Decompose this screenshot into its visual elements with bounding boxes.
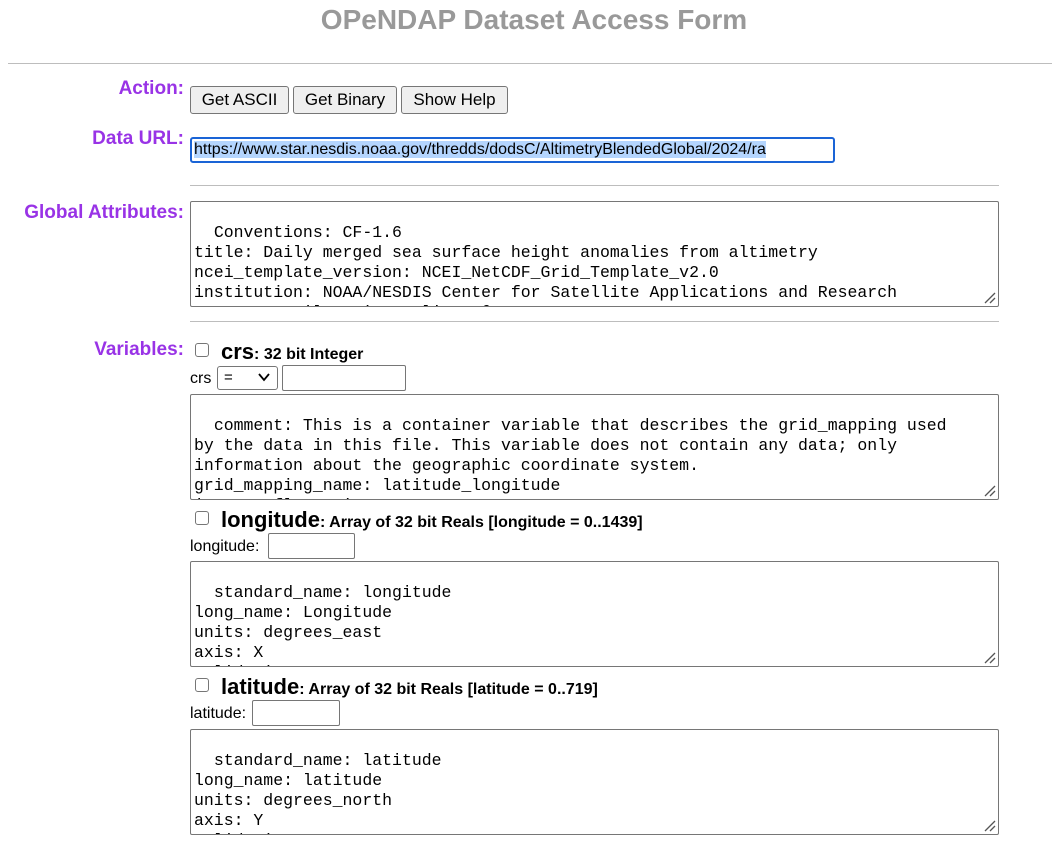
latitude-checkbox[interactable] [195, 678, 209, 692]
longitude-constraint-label: longitude: [190, 538, 260, 555]
crs-attributes-text: comment: This is a container variable th… [194, 416, 947, 499]
global-attributes-text: Conventions: CF-1.6 title: Daily merged … [194, 223, 898, 306]
resize-grip-icon[interactable] [982, 483, 996, 497]
page-title: OPeNDAP Dataset Access Form [320, 4, 748, 35]
data-url-input[interactable]: https://www.star.nesdis.noaa.gov/thredds… [190, 137, 835, 163]
latitude-name: latitude [221, 674, 300, 699]
get-ascii-button[interactable]: Get ASCII [190, 86, 289, 114]
url-divider [190, 185, 999, 186]
crs-constraint-input[interactable] [282, 365, 406, 391]
longitude-name: longitude [221, 507, 320, 532]
chevron-down-icon [258, 373, 270, 382]
resize-grip-icon[interactable] [982, 650, 996, 664]
longitude-attributes-text: standard_name: longitude long_name: Long… [194, 583, 452, 666]
crs-operator-value: = [224, 369, 233, 386]
latitude-attributes-textarea[interactable]: standard_name: latitude long_name: latit… [190, 729, 999, 835]
latitude-attributes-text: standard_name: latitude long_name: latit… [194, 751, 442, 834]
crs-name: crs [221, 339, 255, 364]
show-help-button[interactable]: Show Help [401, 86, 508, 114]
data-url-label: Data URL: [92, 128, 184, 149]
action-label: Action: [118, 78, 184, 99]
latitude-variable-name: latitude: Array of 32 bit Reals [latitud… [221, 674, 598, 700]
variables-label: Variables: [94, 339, 184, 360]
attributes-divider [190, 321, 999, 322]
data-url-value: https://www.star.nesdis.noaa.gov/thredds… [194, 141, 766, 158]
crs-type: : 32 bit Integer [254, 346, 364, 363]
crs-attributes-textarea[interactable]: comment: This is a container variable th… [190, 394, 999, 500]
longitude-variable-name: longitude: Array of 32 bit Reals [longit… [221, 507, 643, 533]
global-attributes-label: Global Attributes: [24, 202, 184, 223]
latitude-type: : Array of 32 bit Reals [latitude = 0..7… [299, 681, 598, 698]
resize-grip-icon[interactable] [982, 818, 996, 832]
crs-operator-select[interactable]: = [217, 366, 278, 390]
longitude-attributes-textarea[interactable]: standard_name: longitude long_name: Long… [190, 561, 999, 667]
crs-variable-name: crs: 32 bit Integer [221, 339, 363, 365]
resize-grip-icon[interactable] [982, 290, 996, 304]
longitude-checkbox[interactable] [195, 511, 209, 525]
global-attributes-textarea[interactable]: Conventions: CF-1.6 title: Daily merged … [190, 201, 999, 307]
latitude-constraint-label: latitude: [190, 705, 247, 722]
longitude-constraint-input[interactable] [268, 533, 355, 559]
latitude-constraint-input[interactable] [252, 700, 340, 726]
get-binary-button[interactable]: Get Binary [293, 86, 397, 114]
longitude-type: : Array of 32 bit Reals [longitude = 0..… [319, 514, 643, 531]
crs-checkbox[interactable] [195, 343, 209, 357]
crs-constraint-label: crs [190, 370, 212, 387]
title-divider [8, 63, 1052, 64]
